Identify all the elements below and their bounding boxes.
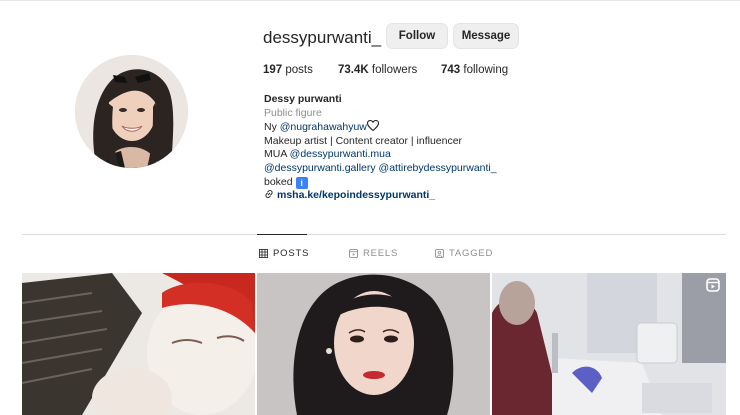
bio-line-accounts: @dessypurwanti.gallery @attirebydessypur… — [264, 162, 497, 176]
post-tile[interactable] — [22, 273, 255, 415]
info-emoji-icon: i — [295, 176, 308, 189]
followers-count[interactable]: 73.4K followers — [338, 64, 417, 76]
link-icon — [265, 190, 273, 199]
posts-number: 197 — [263, 64, 283, 76]
bio: Dessy purwanti Public figure Ny @nugraha… — [264, 93, 497, 203]
following-count[interactable]: 743 following — [441, 64, 508, 76]
post-tile[interactable] — [257, 273, 490, 415]
tabs-divider — [22, 234, 726, 235]
post-image-face-mask — [22, 273, 255, 415]
posts-count: 197 posts — [263, 64, 313, 76]
bio-line-roles: Makeup artist | Content creator | influe… — [264, 134, 463, 147]
reels-icon — [349, 249, 358, 258]
message-button[interactable]: Message — [453, 23, 519, 49]
reels-badge-icon — [706, 278, 720, 292]
avatar-image — [75, 55, 188, 168]
category-label: Public figure — [264, 106, 322, 119]
heart-icon — [366, 120, 379, 132]
followers-label: followers — [371, 64, 418, 76]
top-border — [0, 0, 740, 1]
tab-reels[interactable]: REELS — [349, 248, 398, 259]
followers-number: 73.4K — [338, 64, 369, 76]
tagged-icon — [435, 249, 444, 258]
bio-line-spouse: Ny @nugrahawahyuw — [264, 120, 497, 135]
bio-link-row: msha.ke/kepoindessypurwanti_ — [264, 189, 497, 203]
avatar[interactable] — [75, 55, 188, 168]
post-image-makeup-portrait — [257, 273, 490, 415]
tab-reels-label: REELS — [363, 248, 399, 259]
tab-posts[interactable]: POSTS — [259, 248, 309, 259]
following-label: following — [463, 64, 509, 76]
post-tile[interactable] — [492, 273, 726, 415]
follow-button[interactable]: Follow — [386, 23, 448, 49]
mua-prefix: MUA — [264, 148, 290, 161]
active-tab-indicator — [257, 234, 307, 235]
bio-line-boked: boked i — [264, 176, 497, 190]
display-name: Dessy purwanti — [264, 93, 342, 105]
tab-tagged-label: TAGGED — [449, 248, 494, 259]
grid-icon — [259, 249, 268, 258]
external-link[interactable]: msha.ke/kepoindessypurwanti_ — [277, 189, 435, 201]
following-number: 743 — [441, 64, 461, 76]
mua-mention-link[interactable]: @dessypurwanti.mua — [290, 148, 391, 160]
spouse-prefix: Ny — [264, 121, 280, 134]
boked-text: boked — [264, 175, 293, 188]
tab-tagged[interactable]: TAGGED — [435, 248, 493, 259]
post-image-clinic — [492, 273, 726, 415]
spouse-mention-link[interactable]: @nugrahawahyuw — [280, 121, 367, 133]
attire-mention-link[interactable]: @attirebydessypurwanti_ — [379, 162, 497, 174]
posts-label: posts — [285, 64, 313, 76]
gallery-mention-link[interactable]: @dessypurwanti.gallery — [264, 162, 376, 174]
tab-posts-label: POSTS — [273, 248, 310, 259]
username: dessypurwanti_ — [263, 28, 382, 47]
bio-line-mua: MUA @dessypurwanti.mua — [264, 148, 497, 162]
